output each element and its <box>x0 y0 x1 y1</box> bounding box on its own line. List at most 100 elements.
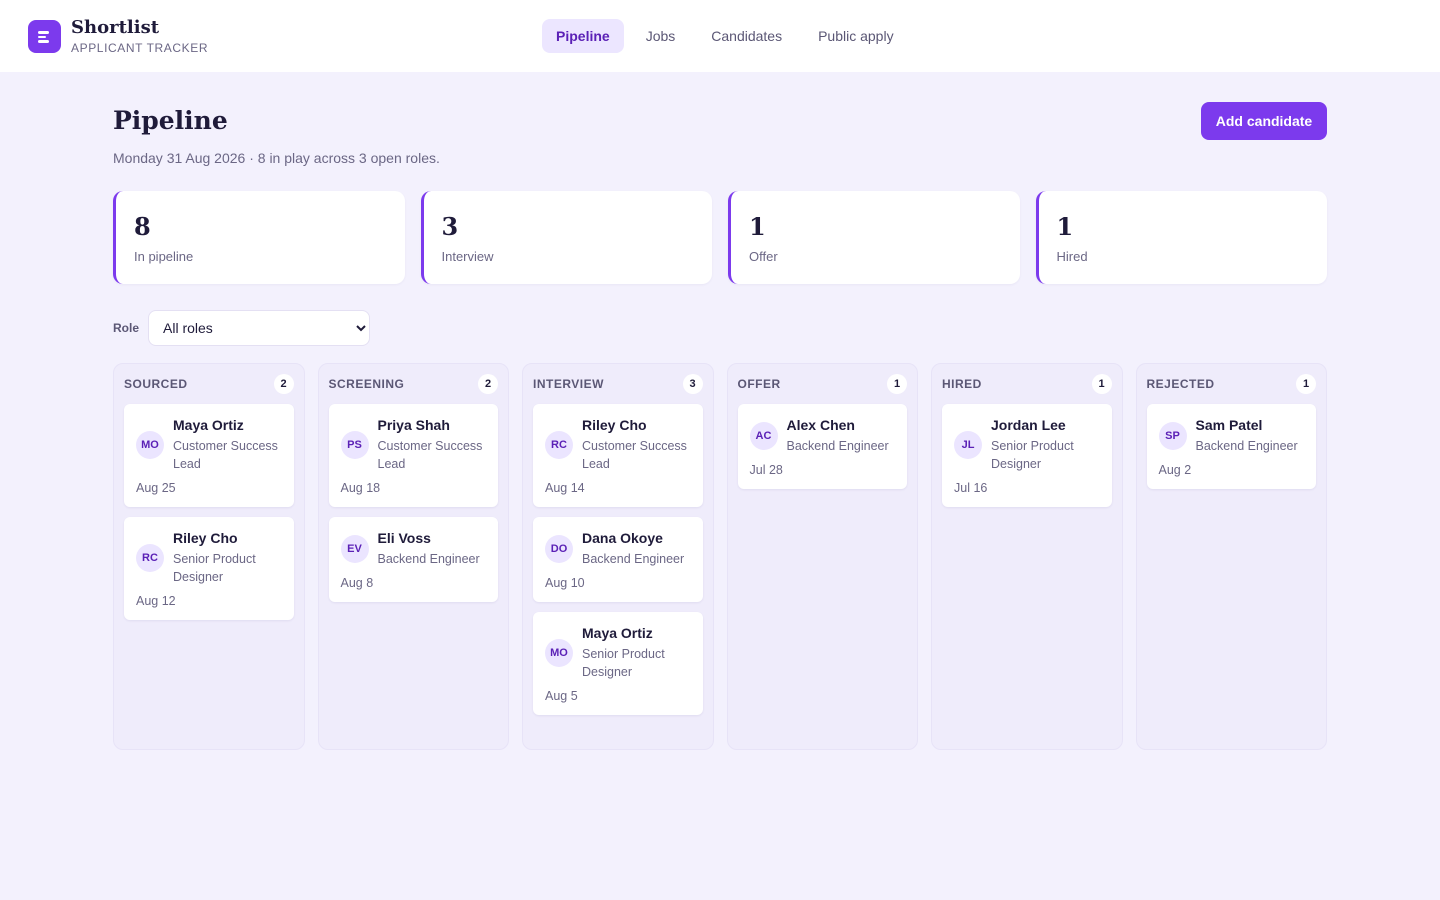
stats-row: 8 In pipeline 3 Interview 1 Offer 1 Hire… <box>113 191 1327 284</box>
main-nav: Pipeline Jobs Candidates Public apply <box>542 19 908 53</box>
candidate-name: Priya Shah <box>377 417 450 433</box>
avatar: SP <box>1158 421 1187 450</box>
column-hired: HIRED 1 JL Jordan Lee Senior Product Designe… <box>931 363 1123 750</box>
column-header: HIRED 1 <box>942 374 1112 394</box>
card-top: AC Alex Chen Backend Engineer <box>749 416 896 455</box>
stat-card-interview: 3 Interview <box>420 191 712 284</box>
column-title: INTERVIEW <box>533 377 604 391</box>
card-top: RC Riley Cho Senior Product Designer <box>136 529 282 586</box>
page-subtitle: Monday 31 Aug 2026 · 8 in play across 3 … <box>113 150 440 166</box>
column-count-badge: 2 <box>478 374 498 394</box>
card-info: Eli Voss Backend Engineer <box>378 529 480 568</box>
candidate-name: Maya Ortiz <box>173 417 244 433</box>
column-interview: INTERVIEW 3 RC Riley Cho Customer Success Le… <box>522 363 714 750</box>
card-top: RC Riley Cho Customer Success Lead <box>545 416 691 473</box>
candidate-card[interactable]: MO Maya Ortiz Senior Product Designer Aug 5 <box>533 612 703 715</box>
candidate-card[interactable]: MO Maya Ortiz Customer Success Lead Aug 25 <box>124 404 294 507</box>
card-info: Dana Okoye Backend Engineer <box>582 529 684 568</box>
candidate-role: Customer Success Lead <box>377 439 483 471</box>
column-title: SOURCED <box>124 377 188 391</box>
candidate-role: Customer Success Lead <box>173 439 278 471</box>
column-count-badge: 1 <box>1296 374 1316 394</box>
card-info: Riley Cho Customer Success Lead <box>582 416 691 473</box>
candidate-card[interactable]: JL Jordan Lee Senior Product Designer Jul 1… <box>942 404 1112 507</box>
column-count-badge: 1 <box>887 374 907 394</box>
candidate-date: Jul 16 <box>954 481 988 495</box>
candidate-role: Senior Product Designer <box>582 647 665 679</box>
role-select[interactable]: All roles <box>148 310 370 346</box>
candidate-role: Backend Engineer <box>1195 439 1298 453</box>
candidate-name: Sam Patel <box>1195 417 1263 433</box>
column-header: SCREENING 2 <box>328 374 498 394</box>
candidate-card[interactable]: SP Sam Patel Backend Engineer Aug 2 <box>1146 404 1316 489</box>
column-header: SOURCED 2 <box>124 374 294 394</box>
role-filter: Role All roles <box>113 310 370 346</box>
candidate-card[interactable]: RC Riley Cho Customer Success Lead Aug 14 <box>533 404 703 507</box>
stat-card-pipeline: 8 In pipeline <box>113 191 405 284</box>
stat-label: In pipeline <box>134 249 194 264</box>
page-title: Pipeline <box>113 106 228 135</box>
candidate-name: Riley Cho <box>582 417 647 433</box>
candidate-role: Backend Engineer <box>377 552 480 566</box>
column-sourced: SOURCED 2 MO Maya Ortiz Customer Success Lea… <box>113 363 305 750</box>
candidate-date: Aug 10 <box>545 576 585 590</box>
candidate-card[interactable]: RC Riley Cho Senior Product Designer Aug 12 <box>124 517 294 620</box>
card-top: SP Sam Patel Backend Engineer <box>1158 416 1305 455</box>
card-info: Riley Cho Senior Product Designer <box>173 529 282 586</box>
candidate-date: Aug 5 <box>545 689 578 703</box>
candidate-name: Maya Ortiz <box>582 625 653 641</box>
card-info: Jordan Lee Senior Product Designer <box>991 416 1100 473</box>
column-title: HIRED <box>942 377 982 391</box>
candidate-role: Senior Product Designer <box>173 552 256 584</box>
candidate-role: Customer Success Lead <box>582 439 687 471</box>
candidate-name: Riley Cho <box>173 530 238 546</box>
candidate-card[interactable]: DO Dana Okoye Backend Engineer Aug 10 <box>533 517 703 602</box>
shortlist-logo-icon <box>28 20 61 53</box>
brand[interactable]: Shortlist APPLICANT TRACKER <box>28 17 208 55</box>
card-info: Priya Shah Customer Success Lead <box>378 416 487 473</box>
candidate-card[interactable]: AC Alex Chen Backend Engineer Jul 28 <box>737 404 907 489</box>
add-candidate-button[interactable]: Add candidate <box>1201 102 1327 140</box>
column-header: REJECTED 1 <box>1146 374 1316 394</box>
column-count-badge: 3 <box>682 374 703 394</box>
candidate-date: Aug 25 <box>136 481 176 495</box>
nav-candidates[interactable]: Candidates <box>697 19 796 53</box>
stat-value: 1 <box>1056 212 1074 241</box>
column-count-badge: 1 <box>1091 374 1112 394</box>
column-title: OFFER <box>737 377 781 391</box>
avatar: RC <box>136 543 164 572</box>
avatar: AC <box>749 421 778 450</box>
column-title: SCREENING <box>328 377 405 391</box>
candidate-card[interactable]: EV Eli Voss Backend Engineer Aug 8 <box>328 517 498 602</box>
card-top: MO Maya Ortiz Senior Product Designer <box>545 624 691 681</box>
stat-card-hired: 1 Hired <box>1035 191 1327 284</box>
candidate-name: Alex Chen <box>786 417 855 433</box>
card-top: PS Priya Shah Customer Success Lead <box>340 416 487 473</box>
card-top: MO Maya Ortiz Customer Success Lead <box>136 416 282 473</box>
card-top: JL Jordan Lee Senior Product Designer <box>954 416 1100 473</box>
column-title: REJECTED <box>1146 377 1215 391</box>
column-count-badge: 2 <box>273 374 294 394</box>
candidate-role: Backend Engineer <box>582 552 685 566</box>
nav-pipeline[interactable]: Pipeline <box>542 19 624 53</box>
column-header: OFFER 1 <box>737 374 907 394</box>
column-screening: SCREENING 2 PS Priya Shah Customer Success L… <box>317 363 509 750</box>
candidate-date: Aug 8 <box>340 576 374 590</box>
stat-label: Offer <box>749 249 778 264</box>
stat-value: 1 <box>749 212 766 241</box>
candidate-card[interactable]: PS Priya Shah Customer Success Lead Aug 18 <box>328 404 498 507</box>
candidate-date: Jul 28 <box>749 463 783 477</box>
stat-label: Hired <box>1056 249 1088 264</box>
column-header: INTERVIEW 3 <box>533 374 703 394</box>
brand-name: Shortlist <box>71 17 160 38</box>
card-info: Maya Ortiz Senior Product Designer <box>582 624 691 681</box>
avatar: DO <box>545 534 573 563</box>
stat-label: Interview <box>441 249 494 264</box>
nav-jobs[interactable]: Jobs <box>632 19 690 53</box>
avatar: MO <box>545 638 573 667</box>
nav-public-apply[interactable]: Public apply <box>804 19 908 53</box>
avatar: JL <box>954 430 982 459</box>
avatar: MO <box>136 430 164 459</box>
stat-value: 3 <box>441 212 459 241</box>
brand-text: Shortlist APPLICANT TRACKER <box>71 17 208 55</box>
